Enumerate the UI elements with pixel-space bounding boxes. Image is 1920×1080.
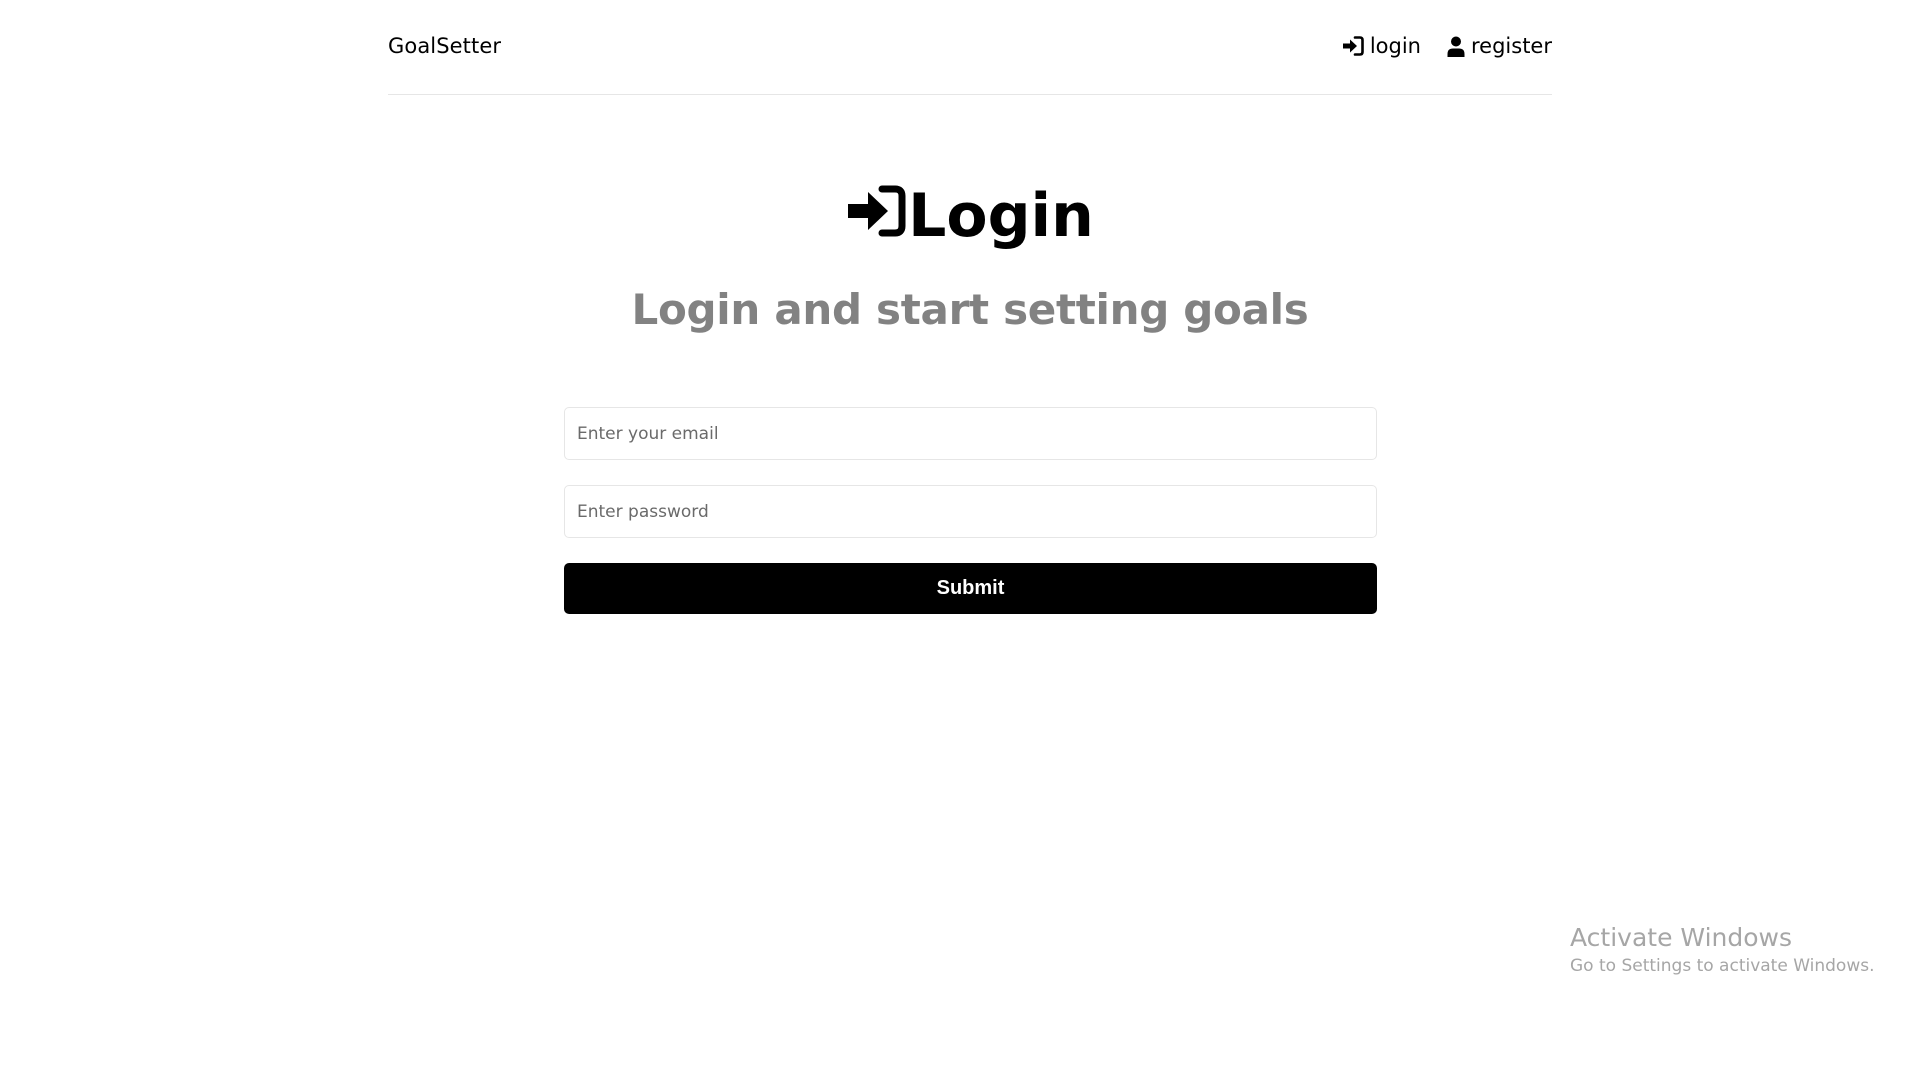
site-header: GoalSetter login register — [388, 0, 1552, 95]
nav-login-link[interactable]: login — [1342, 34, 1421, 58]
page-container: GoalSetter login register Login Login an… — [388, 0, 1552, 614]
nav-register-label: register — [1471, 34, 1552, 58]
watermark-subtitle: Go to Settings to activate Windows. — [1570, 956, 1875, 976]
main-nav: login register — [1342, 34, 1552, 58]
submit-button[interactable]: Submit — [564, 563, 1377, 614]
nav-register-link[interactable]: register — [1447, 34, 1552, 58]
page-title-text: Login — [908, 181, 1094, 251]
page-subtitle: Login and start setting goals — [631, 285, 1309, 334]
page-title: Login — [388, 180, 1552, 252]
sign-in-icon — [1342, 36, 1364, 56]
sign-in-icon — [846, 185, 906, 237]
nav-login-label: login — [1369, 34, 1421, 58]
watermark-title: Activate Windows — [1570, 923, 1792, 952]
user-icon — [1447, 36, 1465, 57]
login-form: Submit — [564, 407, 1377, 614]
email-input[interactable] — [564, 407, 1377, 460]
password-input[interactable] — [564, 485, 1377, 538]
brand-logo-text[interactable]: GoalSetter — [388, 34, 501, 58]
windows-activation-watermark: Activate Windows Go to Settings to activ… — [1570, 922, 1875, 978]
